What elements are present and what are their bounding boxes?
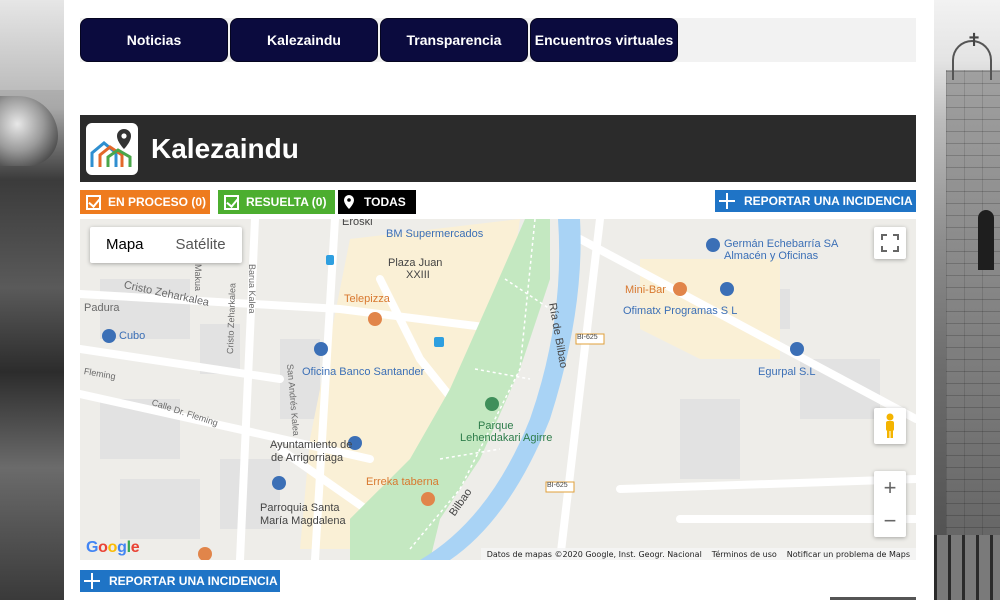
background-photo-left bbox=[0, 0, 64, 600]
background-wall bbox=[0, 0, 64, 90]
map-label-minibar: Mini-Bar bbox=[625, 284, 666, 296]
map-label-egurpal: Egurpal S.L bbox=[758, 366, 816, 378]
map-label-german-2: Almacén y Oficinas bbox=[724, 250, 819, 262]
zoom-out-icon[interactable]: − bbox=[874, 504, 906, 537]
map-terms-link[interactable]: Términos de uso bbox=[712, 550, 777, 559]
zoom-control: + − bbox=[874, 471, 906, 537]
status-filters: EN PROCESO (0) RESUELTA (0) TODAS REPORT… bbox=[80, 190, 916, 214]
map-label-padura: Padura bbox=[84, 302, 120, 314]
checkbox-icon bbox=[224, 194, 239, 210]
top-navigation: Noticias Kalezaindu Transparencia Encuen… bbox=[80, 18, 916, 62]
background-figure bbox=[0, 96, 58, 166]
map-label-barua: Barua Kalea bbox=[247, 264, 257, 314]
map-view[interactable]: Eroski BM Supermercados Plaza Juan XXIII… bbox=[80, 219, 916, 560]
filter-en-proceso[interactable]: EN PROCESO (0) bbox=[80, 190, 210, 214]
filter-todas-label: TODAS bbox=[364, 195, 406, 209]
fullscreen-icon[interactable] bbox=[874, 227, 906, 259]
map-pin-icon bbox=[344, 195, 354, 209]
map-label-parque-2: Lehendakari Agirre bbox=[460, 432, 553, 444]
map-label-telepizza: Telepizza bbox=[344, 293, 390, 305]
map-label-erreka: Erreka taberna bbox=[366, 476, 439, 488]
map-report-problem-link[interactable]: Notificar un problema de Maps bbox=[787, 550, 910, 559]
filter-resuelta[interactable]: RESUELTA (0) bbox=[218, 190, 335, 214]
map-label-bi625-b: BI-625 bbox=[547, 482, 568, 489]
page-header: Kalezaindu bbox=[80, 115, 916, 182]
filter-en-proceso-label: EN PROCESO (0) bbox=[108, 195, 207, 209]
house-map-pin-icon bbox=[86, 122, 138, 175]
street-view-pegman-icon[interactable] bbox=[874, 408, 906, 444]
map-label-ayuntamiento-2: de Arrigorriaga bbox=[271, 452, 344, 464]
map-attribution-text: Datos de mapas ©2020 Google, Inst. Geogr… bbox=[486, 549, 702, 559]
cross-icon: ✝ bbox=[966, 30, 982, 50]
map-label-parroquia: Parroquia Santa bbox=[260, 502, 340, 514]
map-label-parroquia-2: María Magdalena bbox=[260, 515, 346, 527]
plus-icon bbox=[84, 573, 100, 589]
map-type-satelite[interactable]: Satélite bbox=[160, 227, 242, 263]
report-incident-label: REPORTAR UNA INCIDENCIA bbox=[744, 194, 913, 208]
filter-resuelta-label: RESUELTA (0) bbox=[246, 195, 327, 209]
map-label-bi625: BI-625 bbox=[577, 334, 598, 341]
map-label-eroski: Eroski bbox=[342, 219, 373, 228]
report-incident-button-bottom[interactable]: REPORTAR UNA INCIDENCIA bbox=[80, 570, 280, 592]
map-label-plaza-juan: Plaza Juan bbox=[388, 257, 443, 269]
map-label-bm: BM Supermercados bbox=[386, 228, 484, 240]
map-label-makua: Makua bbox=[193, 264, 203, 292]
background-balcony bbox=[934, 535, 1000, 600]
map-label-banco: Oficina Banco Santander bbox=[302, 366, 425, 378]
report-incident-button-top[interactable]: REPORTAR UNA INCIDENCIA bbox=[715, 190, 916, 212]
map-label-cubo: Cubo bbox=[119, 330, 146, 342]
checkbox-icon bbox=[86, 194, 101, 210]
map-type-control: Mapa Satélite bbox=[90, 227, 242, 263]
report-incident-label: REPORTAR UNA INCIDENCIA bbox=[109, 574, 278, 588]
nav-tab-kalezaindu[interactable]: Kalezaindu bbox=[230, 18, 378, 62]
map-label-plaza-juan-2: XXIII bbox=[406, 269, 430, 281]
map-label-german: Germán Echebarría SA bbox=[724, 238, 839, 250]
plus-icon bbox=[719, 193, 735, 209]
map-base bbox=[80, 219, 916, 560]
map-label-ayuntamiento: Ayuntamiento de bbox=[270, 439, 353, 451]
page-content: Noticias Kalezaindu Transparencia Encuen… bbox=[64, 0, 934, 600]
background-church-tower bbox=[946, 70, 1000, 600]
map-label-ofimatx: Ofimatx Programas S L bbox=[623, 305, 738, 317]
nav-tab-noticias[interactable]: Noticias bbox=[80, 18, 228, 62]
zoom-in-icon[interactable]: + bbox=[874, 471, 906, 504]
filter-todas[interactable]: TODAS bbox=[338, 190, 416, 214]
map-attribution: Datos de mapas ©2020 Google, Inst. Geogr… bbox=[480, 548, 916, 560]
google-logo: Google bbox=[86, 539, 140, 556]
page-title: Kalezaindu bbox=[151, 132, 299, 164]
background-window bbox=[978, 210, 994, 270]
map-label-parque: Parque bbox=[478, 420, 514, 432]
nav-tab-transparencia[interactable]: Transparencia bbox=[380, 18, 528, 62]
map-type-mapa[interactable]: Mapa bbox=[90, 227, 160, 263]
background-photo-right: ✝ bbox=[934, 0, 1000, 600]
nav-tab-encuentros-virtuales[interactable]: Encuentros virtuales bbox=[530, 18, 678, 62]
